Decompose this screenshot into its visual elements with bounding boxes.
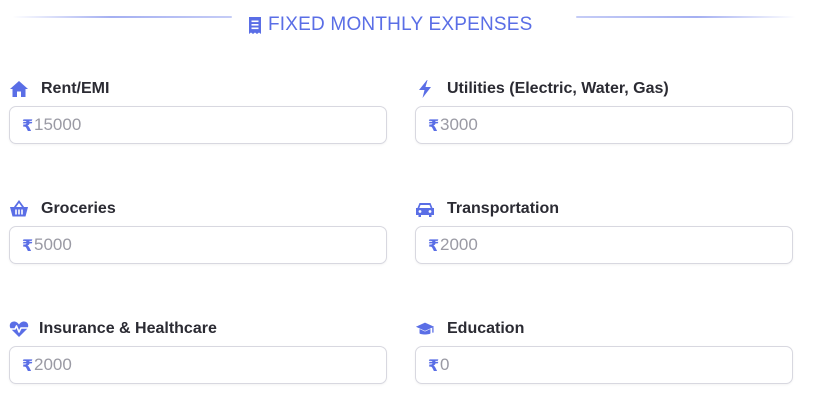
currency-symbol: ₹	[428, 116, 440, 135]
groceries-input-box[interactable]: ₹	[9, 226, 387, 264]
section-title: FIXED MONTHLY EXPENSES	[248, 14, 532, 36]
basket-icon	[9, 199, 29, 219]
education-input[interactable]	[440, 354, 770, 376]
receipt-icon	[248, 16, 262, 34]
currency-symbol: ₹	[428, 356, 440, 375]
insurance-healthcare-input[interactable]	[34, 354, 364, 376]
utilities-input[interactable]	[440, 114, 770, 136]
section-title-text: FIXED MONTHLY EXPENSES	[268, 14, 533, 35]
transportation-input[interactable]	[440, 234, 770, 256]
education-input-box[interactable]: ₹	[415, 346, 793, 384]
header-divider-left	[12, 16, 232, 18]
transportation-input-box[interactable]: ₹	[415, 226, 793, 264]
field-transportation: Transportation ₹	[415, 198, 795, 298]
field-label-education: Education	[415, 318, 524, 340]
currency-symbol: ₹	[22, 236, 34, 255]
field-label-rent-emi: Rent/EMI	[9, 78, 109, 100]
field-rent-emi: Rent/EMI ₹	[9, 78, 389, 178]
currency-symbol: ₹	[22, 116, 34, 135]
rent-emi-input[interactable]	[34, 114, 364, 136]
insurance-healthcare-input-box[interactable]: ₹	[9, 346, 387, 384]
field-education: Education ₹	[415, 318, 795, 418]
currency-symbol: ₹	[22, 356, 34, 375]
currency-symbol: ₹	[428, 236, 440, 255]
field-insurance-healthcare: Insurance & Healthcare ₹	[9, 318, 389, 418]
groceries-input[interactable]	[34, 234, 364, 256]
field-label-transportation: Transportation	[415, 198, 559, 220]
graduation-cap-icon	[415, 319, 435, 339]
field-utilities: Utilities (Electric, Water, Gas) ₹	[415, 78, 795, 178]
section-header: FIXED MONTHLY EXPENSES	[0, 8, 818, 38]
home-icon	[9, 79, 29, 99]
utilities-input-box[interactable]: ₹	[415, 106, 793, 144]
field-groceries: Groceries ₹	[9, 198, 389, 298]
header-divider-right	[576, 16, 796, 18]
field-label-utilities: Utilities (Electric, Water, Gas)	[415, 78, 669, 100]
field-label-groceries: Groceries	[9, 198, 116, 220]
heartbeat-icon	[9, 319, 29, 339]
bolt-icon	[415, 79, 435, 99]
rent-emi-input-box[interactable]: ₹	[9, 106, 387, 144]
car-icon	[415, 199, 435, 219]
field-label-insurance-healthcare: Insurance & Healthcare	[9, 318, 217, 340]
